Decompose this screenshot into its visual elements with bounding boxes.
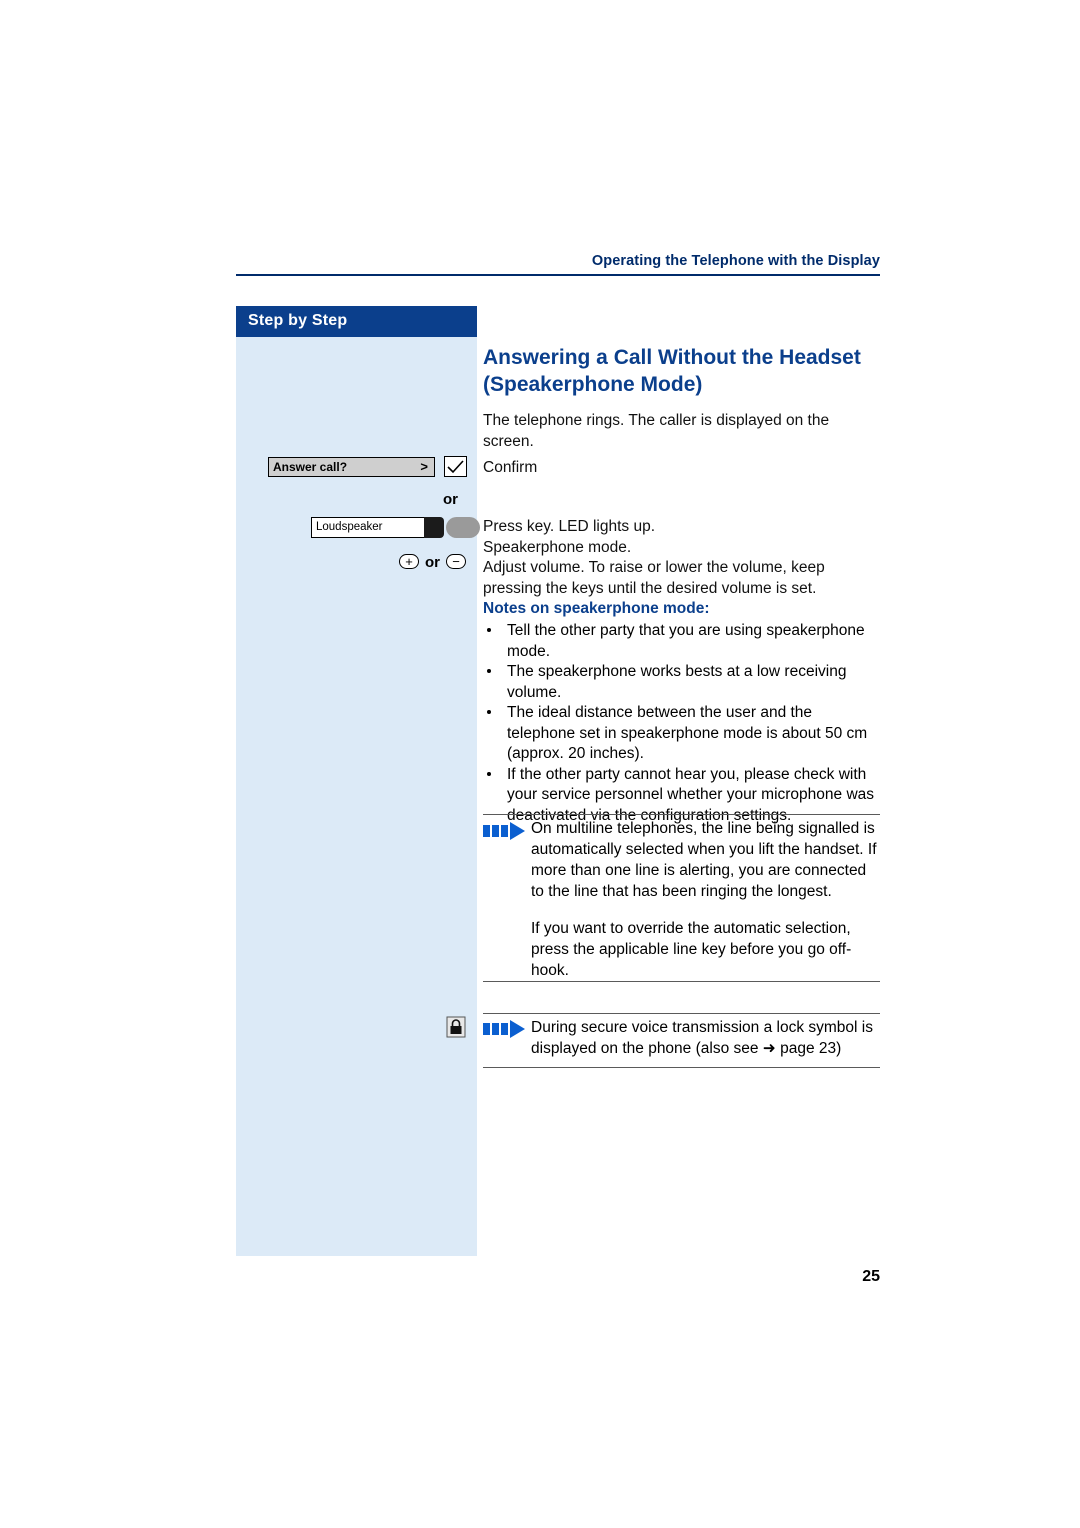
checkmark-key-icon[interactable]: [444, 456, 467, 477]
secure-note-divider-top: [483, 1013, 880, 1014]
note-paragraph-2: If you want to override the automatic se…: [531, 920, 852, 979]
sidebar-column: [236, 306, 477, 1256]
list-item: The ideal distance between the user and …: [483, 703, 883, 765]
note-paragraph-3: During secure voice transmission a lock …: [531, 1019, 873, 1057]
note-divider-top: [483, 814, 880, 815]
document-page: Operating the Telephone with the Display…: [0, 0, 1080, 1528]
page-title: Answering a Call Without the Headset (Sp…: [483, 344, 883, 398]
volume-plus-key-icon[interactable]: +: [399, 554, 419, 569]
notes-bullet-list: Tell the other party that you are using …: [483, 621, 883, 826]
secure-note-divider-bottom: [483, 1067, 880, 1068]
loudspeaker-key-label-box[interactable]: Loudspeaker: [311, 517, 439, 538]
page-number: 25: [862, 1268, 880, 1285]
loudspeaker-key-label: Loudspeaker: [316, 521, 383, 533]
softkey-answer-call[interactable]: Answer call? >: [268, 457, 435, 477]
loudspeaker-key-button-icon[interactable]: [446, 517, 480, 538]
list-item-text: The speakerphone works bests at a low re…: [507, 663, 847, 701]
list-item-text: Tell the other party that you are using …: [507, 622, 865, 660]
list-item: Tell the other party that you are using …: [483, 621, 883, 662]
list-item: The speakerphone works bests at a low re…: [483, 662, 883, 703]
list-item-text: The ideal distance between the user and …: [507, 704, 868, 762]
adjust-volume-text: Adjust volume. To raise or lower the vol…: [483, 559, 825, 597]
softkey-answer-call-label: Answer call?: [273, 460, 348, 474]
intro-paragraph: The telephone rings. The caller is displ…: [483, 412, 830, 450]
minus-icon: −: [452, 554, 460, 569]
or-separator-1: or: [443, 491, 458, 508]
bullet-dot-icon: [487, 710, 491, 714]
press-key-text: Press key. LED lights up. Speakerphone m…: [483, 516, 883, 558]
loudspeaker-key-tab-icon: [424, 517, 444, 538]
note-paragraph-1: On multiline telephones, the line being …: [531, 820, 877, 900]
or-separator-2: or: [425, 554, 440, 571]
volume-minus-key-icon[interactable]: −: [446, 554, 466, 569]
header-divider: [236, 274, 880, 276]
bullet-dot-icon: [487, 669, 491, 673]
note-divider-bottom: [483, 981, 880, 982]
press-key-line1: Press key. LED lights up.: [483, 518, 656, 535]
lock-icon: [446, 1016, 466, 1038]
bullet-dot-icon: [487, 771, 491, 776]
plus-icon: +: [405, 554, 413, 569]
note-arrow-icon: [483, 822, 527, 840]
notes-heading: Notes on speakerphone mode:: [483, 600, 710, 617]
secure-note-arrow-icon: [483, 1020, 527, 1038]
list-item: If the other party cannot hear you, plea…: [483, 765, 883, 827]
running-head: Operating the Telephone with the Display: [591, 253, 880, 269]
softkey-arrow-label: >: [420, 459, 428, 474]
bullet-dot-icon: [487, 628, 491, 632]
press-key-line2: Speakerphone mode.: [483, 539, 632, 556]
step-by-step-banner: Step by Step: [236, 306, 477, 337]
step-by-step-label: Step by Step: [248, 312, 348, 329]
page-title-line1: Answering a Call Without the Headset: [483, 346, 861, 369]
page-title-line2: (Speakerphone Mode): [483, 373, 703, 396]
confirm-label: Confirm: [483, 459, 538, 476]
